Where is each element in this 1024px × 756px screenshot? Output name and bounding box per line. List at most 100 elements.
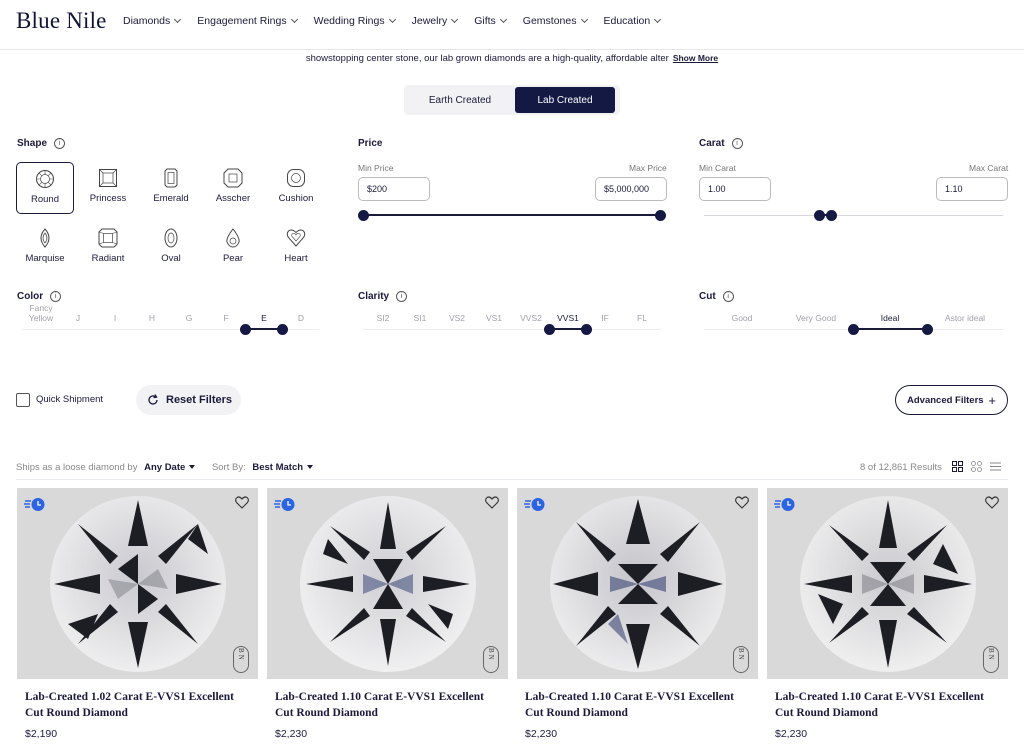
price-min-handle[interactable]	[358, 210, 369, 221]
list-view-icon[interactable]	[990, 461, 1001, 475]
info-icon[interactable]: i	[396, 291, 408, 302]
shape-radiant[interactable]: Radiant	[79, 222, 137, 274]
product-title[interactable]: Lab-Created 1.10 Carat E-VVS1 Excellent …	[275, 689, 505, 721]
shape-emerald[interactable]: Emerald	[142, 162, 200, 214]
color-grade-fancy-yellow[interactable]: Fancy Yellow	[22, 303, 60, 323]
nav-engagement-rings[interactable]: Engagement Rings	[197, 15, 298, 27]
carat-max-handle[interactable]	[826, 210, 837, 221]
earth-created-tab[interactable]: Earth Created	[410, 87, 510, 113]
shape-asscher[interactable]: Asscher	[204, 162, 262, 214]
grid-large-view-icon[interactable]	[952, 461, 963, 475]
product-card[interactable]: BN Lab-Created 1.10 Carat E-VVS1 Excelle…	[267, 488, 508, 756]
product-image[interactable]: BN	[267, 488, 508, 679]
reset-filters-button[interactable]: Reset Filters	[136, 385, 241, 415]
product-price: $2,230	[775, 728, 808, 740]
shape-pear[interactable]: Pear	[204, 222, 262, 274]
quick-shipment-label[interactable]: Quick Shipment	[36, 394, 103, 405]
watermark-logo: BN	[233, 646, 249, 673]
clarity-grade-vvs2[interactable]: VVS2	[514, 313, 548, 323]
clarity-grade-vs2[interactable]: VS2	[440, 313, 474, 323]
product-title[interactable]: Lab-Created 1.10 Carat E-VVS1 Excellent …	[525, 689, 755, 721]
shape-label: Marquise	[25, 253, 65, 264]
cut-max-handle[interactable]	[922, 324, 933, 335]
color-grade-g[interactable]: G	[176, 313, 202, 323]
marquise-shape-icon	[40, 228, 50, 248]
clarity-grade-if[interactable]: IF	[588, 313, 622, 323]
advanced-filters-button[interactable]: Advanced Filters +	[895, 385, 1008, 415]
chevron-down-icon	[290, 15, 298, 24]
clarity-grade-si2[interactable]: SI2	[366, 313, 400, 323]
color-grade-e[interactable]: E	[251, 313, 277, 323]
nav-wedding-rings[interactable]: Wedding Rings	[314, 15, 396, 27]
clarity-max-handle[interactable]	[581, 324, 592, 335]
nav-jewelry[interactable]: Jewelry	[412, 15, 459, 27]
caret-down-icon	[307, 465, 314, 470]
product-image[interactable]: BN	[17, 488, 258, 679]
quick-ship-badge-icon	[524, 497, 546, 517]
color-min-handle[interactable]	[240, 324, 251, 335]
product-card[interactable]: BN Lab-Created 1.10 Carat E-VVS1 Excelle…	[767, 488, 1008, 756]
carat-min-handle[interactable]	[814, 210, 825, 221]
product-image[interactable]: BN	[767, 488, 1008, 679]
watermark-logo: BN	[983, 646, 999, 673]
shape-round[interactable]: Round	[16, 162, 74, 214]
info-icon[interactable]: i	[731, 138, 743, 149]
info-icon[interactable]: i	[50, 291, 62, 302]
nav-diamonds[interactable]: Diamonds	[123, 15, 182, 27]
shape-cushion[interactable]: Cushion	[267, 162, 325, 214]
cut-grade-ideal[interactable]: Ideal	[854, 313, 926, 323]
product-title[interactable]: Lab-Created 1.02 Carat E-VVS1 Excellent …	[25, 689, 255, 721]
lab-created-tab[interactable]: Lab Created	[515, 87, 615, 113]
info-icon[interactable]: i	[722, 291, 734, 302]
color-max-handle[interactable]	[277, 324, 288, 335]
nav-gemstones[interactable]: Gemstones	[523, 15, 588, 27]
clarity-grade-si1[interactable]: SI1	[403, 313, 437, 323]
color-grade-i[interactable]: I	[102, 313, 128, 323]
diamond-image	[49, 495, 226, 672]
color-grade-f[interactable]: F	[213, 313, 239, 323]
nav-gifts[interactable]: Gifts	[474, 15, 507, 27]
color-grade-d[interactable]: D	[288, 313, 314, 323]
ships-date-dropdown[interactable]: Any Date	[144, 462, 196, 473]
product-card[interactable]: BN Lab-Created 1.02 Carat E-VVS1 Excelle…	[17, 488, 258, 756]
cut-section-title: Cut i	[699, 291, 734, 302]
shape-heart[interactable]: Heart	[267, 222, 325, 274]
shape-princess[interactable]: Princess	[79, 162, 137, 214]
show-more-link[interactable]: Show More	[673, 53, 718, 63]
shape-marquise[interactable]: Marquise	[16, 222, 74, 274]
clarity-min-handle[interactable]	[544, 324, 555, 335]
shape-label: Emerald	[153, 193, 189, 204]
wishlist-heart-icon[interactable]	[485, 496, 499, 514]
shape-label: Heart	[284, 253, 308, 264]
min-price-input[interactable]: $200	[358, 177, 430, 201]
wishlist-heart-icon[interactable]	[235, 496, 249, 514]
min-carat-input[interactable]: 1.00	[699, 177, 771, 201]
chevron-down-icon	[499, 15, 507, 24]
shape-oval[interactable]: Oval	[142, 222, 200, 274]
max-price-input[interactable]: $5,000,000	[595, 177, 667, 201]
clarity-grade-vs1[interactable]: VS1	[477, 313, 511, 323]
clarity-grade-fl[interactable]: FL	[625, 313, 659, 323]
cut-grade-astor-ideal[interactable]: Astor ideal	[928, 313, 1002, 323]
color-grade-h[interactable]: H	[139, 313, 165, 323]
product-title[interactable]: Lab-Created 1.10 Carat E-VVS1 Excellent …	[775, 689, 1005, 721]
color-grade-j[interactable]: J	[65, 313, 91, 323]
princess-shape-icon	[99, 169, 117, 187]
sort-dropdown[interactable]: Best Match	[252, 462, 314, 473]
product-image[interactable]: BN	[517, 488, 758, 679]
emerald-shape-icon	[164, 168, 178, 188]
info-icon[interactable]: i	[54, 138, 66, 149]
cut-grade-good[interactable]: Good	[706, 313, 778, 323]
nav-education[interactable]: Education	[604, 15, 662, 27]
quick-shipment-checkbox[interactable]	[16, 393, 30, 407]
cut-grade-very-good[interactable]: Very Good	[780, 313, 852, 323]
price-max-handle[interactable]	[655, 210, 666, 221]
clarity-grade-vvs1[interactable]: VVS1	[551, 313, 585, 323]
cut-min-handle[interactable]	[848, 324, 859, 335]
wishlist-heart-icon[interactable]	[735, 496, 749, 514]
max-carat-input[interactable]: 1.10	[936, 177, 1008, 201]
grid-small-view-icon[interactable]	[971, 461, 982, 475]
brand-logo[interactable]: Blue Nile	[16, 8, 107, 34]
wishlist-heart-icon[interactable]	[985, 496, 999, 514]
product-card[interactable]: BN Lab-Created 1.10 Carat E-VVS1 Excelle…	[517, 488, 758, 756]
